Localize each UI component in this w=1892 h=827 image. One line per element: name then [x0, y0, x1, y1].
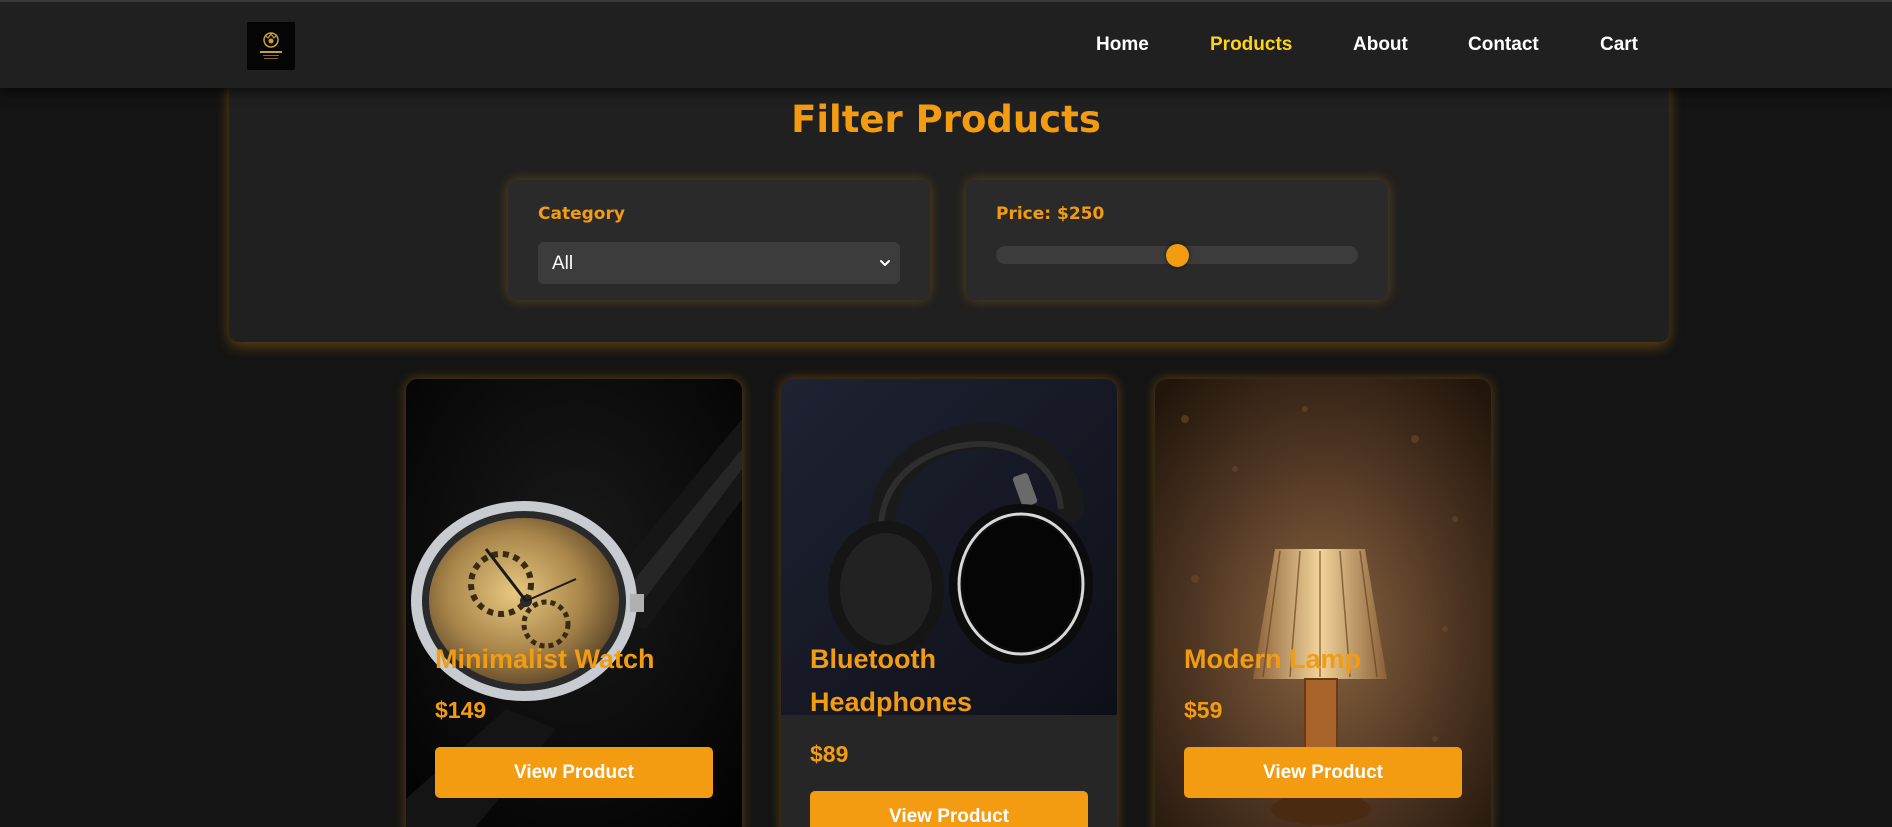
- view-product-button[interactable]: View Product: [1184, 747, 1462, 798]
- category-selected-value: All: [552, 253, 574, 274]
- category-label: Category: [538, 204, 625, 224]
- nav-contact[interactable]: Contact: [1468, 34, 1539, 56]
- price-slider-thumb[interactable]: [1165, 244, 1189, 267]
- nav-home[interactable]: Home: [1096, 34, 1149, 56]
- product-card-lamp: Modern Lamp $59 View Product: [1155, 379, 1491, 827]
- price-filter: Price: $250: [966, 180, 1388, 300]
- category-filter: Category All: [508, 180, 930, 300]
- crest-icon: [260, 32, 282, 59]
- product-price: $149: [435, 697, 487, 723]
- product-price: $89: [810, 741, 849, 767]
- filter-title: Filter Products: [791, 98, 1101, 141]
- nav-cart[interactable]: Cart: [1600, 34, 1638, 56]
- view-product-button[interactable]: View Product: [435, 747, 713, 798]
- view-product-button[interactable]: View Product: [810, 791, 1088, 827]
- product-name: Bluetooth Headphones: [810, 644, 973, 717]
- category-select[interactable]: All: [538, 242, 900, 284]
- product-name: Modern Lamp: [1184, 644, 1362, 674]
- product-card-watch: Minimalist Watch $149 View Product: [406, 379, 742, 827]
- price-label: Price: $250: [996, 204, 1105, 224]
- product-price: $59: [1184, 697, 1223, 723]
- brand-logo[interactable]: [247, 22, 295, 70]
- site-header: Home Products About Contact Cart: [0, 0, 1892, 88]
- nav-about[interactable]: About: [1353, 34, 1408, 56]
- chevron-down-icon: [880, 260, 890, 266]
- product-name: Minimalist Watch: [435, 644, 655, 674]
- product-card-headphones: Bluetooth Headphones $89 View Product: [781, 379, 1117, 827]
- nav-products[interactable]: Products: [1210, 34, 1292, 56]
